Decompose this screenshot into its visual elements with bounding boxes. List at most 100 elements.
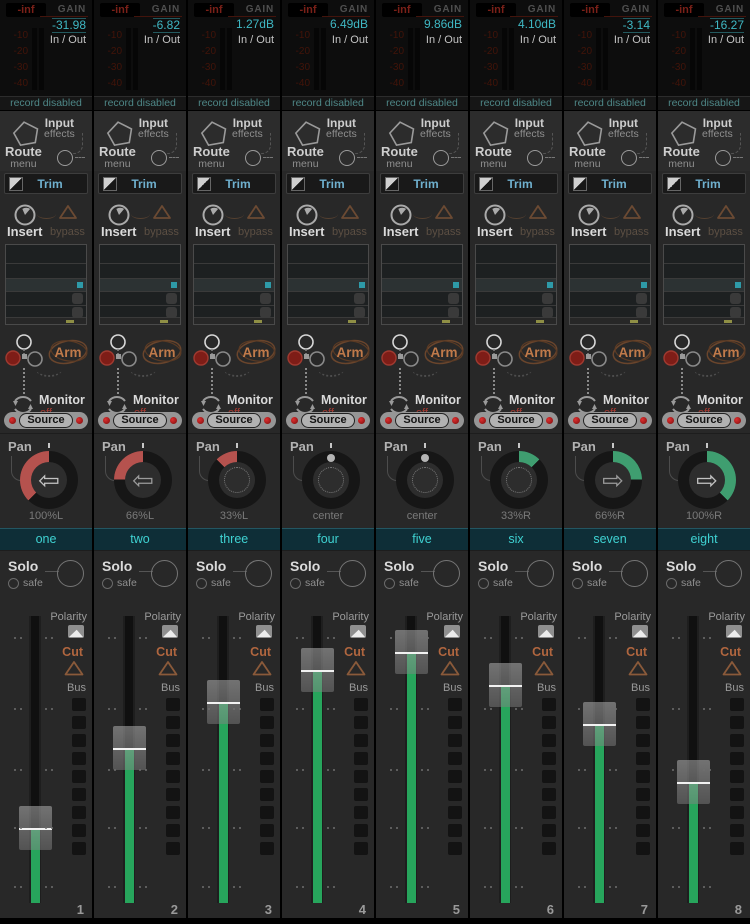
channel-name-button[interactable]: seven bbox=[564, 528, 656, 550]
meter-in-out-toggle[interactable]: In / Out bbox=[144, 34, 180, 46]
insert-bypass-triangle-icon[interactable] bbox=[57, 203, 79, 221]
trim-button[interactable]: Trim bbox=[192, 173, 276, 194]
solo-safe-toggle[interactable]: safe bbox=[290, 577, 325, 589]
bus-send-square[interactable] bbox=[354, 824, 368, 837]
processor-slot-active[interactable] bbox=[288, 279, 368, 292]
processor-control-knob[interactable] bbox=[542, 307, 553, 318]
source-button[interactable]: Source bbox=[474, 412, 558, 429]
route-menu-button[interactable]: Route menu bbox=[5, 145, 42, 170]
input-effects-circle-icon[interactable] bbox=[245, 150, 261, 166]
processor-slot[interactable] bbox=[288, 264, 368, 279]
insert-bypass-triangle-icon[interactable] bbox=[715, 203, 737, 221]
insert-bypass-triangle-icon[interactable] bbox=[245, 203, 267, 221]
bus-send-square[interactable] bbox=[166, 806, 180, 819]
processor-slot[interactable] bbox=[664, 306, 744, 318]
pan-knob[interactable] bbox=[208, 451, 266, 509]
solo-button[interactable] bbox=[57, 560, 84, 587]
bus-send-square[interactable] bbox=[72, 788, 86, 801]
bus-send-square[interactable] bbox=[448, 734, 462, 747]
cut-triangle-button[interactable] bbox=[63, 660, 85, 677]
processor-control-knob[interactable] bbox=[166, 293, 177, 304]
monitor-label[interactable]: Monitor bbox=[227, 393, 273, 407]
bus-send-square[interactable] bbox=[72, 716, 86, 729]
processor-control-knob[interactable] bbox=[260, 293, 271, 304]
channel-name-button[interactable]: two bbox=[94, 528, 186, 550]
bus-send-square[interactable] bbox=[166, 824, 180, 837]
pan-knob[interactable]: ⇦ bbox=[114, 451, 172, 509]
bus-send-square[interactable] bbox=[636, 806, 650, 819]
cut-triangle-button[interactable] bbox=[439, 660, 461, 677]
bus-send-square[interactable] bbox=[260, 806, 274, 819]
monitor-label[interactable]: Monitor bbox=[603, 393, 649, 407]
bus-send-square[interactable] bbox=[166, 770, 180, 783]
bus-send-square[interactable] bbox=[448, 788, 462, 801]
bus-send-square[interactable] bbox=[542, 716, 556, 729]
cut-triangle-button[interactable] bbox=[345, 660, 367, 677]
processor-control-knob[interactable] bbox=[260, 307, 271, 318]
pentagon-route-icon[interactable] bbox=[576, 120, 604, 146]
processor-slot[interactable] bbox=[100, 264, 180, 279]
route-menu-button[interactable]: Route menu bbox=[475, 145, 512, 170]
bus-send-square[interactable] bbox=[636, 734, 650, 747]
processor-slot[interactable] bbox=[100, 306, 180, 318]
pan-knob[interactable] bbox=[302, 451, 360, 509]
processor-slot[interactable] bbox=[476, 245, 556, 264]
fader-handle[interactable] bbox=[301, 648, 334, 692]
processor-slot[interactable] bbox=[100, 292, 180, 306]
processor-control-knob[interactable] bbox=[636, 307, 647, 318]
channel-name-button[interactable]: five bbox=[376, 528, 468, 550]
processor-slot-active[interactable] bbox=[664, 279, 744, 292]
peak-display-button[interactable]: -inf bbox=[476, 3, 516, 17]
gain-value-entry[interactable]: 9.86dB bbox=[424, 18, 462, 31]
trim-button[interactable]: Trim bbox=[568, 173, 652, 194]
bus-send-square[interactable] bbox=[72, 770, 86, 783]
bus-send-square[interactable] bbox=[354, 734, 368, 747]
bypass-label[interactable]: bypass bbox=[520, 226, 555, 238]
input-effects-button[interactable]: Input effects bbox=[608, 117, 639, 140]
monitor-label[interactable]: Monitor bbox=[415, 393, 461, 407]
pan-knob[interactable] bbox=[396, 451, 454, 509]
processor-control-knob[interactable] bbox=[448, 293, 459, 304]
input-effects-button[interactable]: Input effects bbox=[232, 117, 263, 140]
bus-send-square[interactable] bbox=[166, 788, 180, 801]
bus-send-square[interactable] bbox=[354, 770, 368, 783]
solo-button[interactable] bbox=[151, 560, 178, 587]
meter-in-out-toggle[interactable]: In / Out bbox=[238, 34, 274, 46]
processor-slot[interactable] bbox=[382, 245, 462, 264]
bus-send-square[interactable] bbox=[72, 842, 86, 855]
channel-name-button[interactable]: six bbox=[470, 528, 562, 550]
monitor-label[interactable]: Monitor bbox=[39, 393, 85, 407]
bus-send-square[interactable] bbox=[636, 788, 650, 801]
bus-send-square[interactable] bbox=[354, 788, 368, 801]
bus-send-square[interactable] bbox=[730, 716, 744, 729]
solo-safe-toggle[interactable]: safe bbox=[478, 577, 513, 589]
meter-in-out-toggle[interactable]: In / Out bbox=[520, 34, 556, 46]
cut-triangle-button[interactable] bbox=[533, 660, 555, 677]
source-button[interactable]: Source bbox=[662, 412, 746, 429]
bus-send-square[interactable] bbox=[72, 824, 86, 837]
bus-send-square[interactable] bbox=[448, 842, 462, 855]
peak-display-button[interactable]: -inf bbox=[382, 3, 422, 17]
monitor-label[interactable]: Monitor bbox=[133, 393, 179, 407]
bus-send-square[interactable] bbox=[730, 752, 744, 765]
route-menu-button[interactable]: Route menu bbox=[287, 145, 324, 170]
bus-send-square[interactable] bbox=[448, 770, 462, 783]
trim-button[interactable]: Trim bbox=[474, 173, 558, 194]
trim-button[interactable]: Trim bbox=[286, 173, 370, 194]
trim-button[interactable]: Trim bbox=[380, 173, 464, 194]
solo-button[interactable] bbox=[339, 560, 366, 587]
processor-slot[interactable] bbox=[100, 245, 180, 264]
route-menu-button[interactable]: Route menu bbox=[569, 145, 606, 170]
bus-send-square[interactable] bbox=[730, 788, 744, 801]
pan-knob[interactable]: ⇨ bbox=[678, 451, 736, 509]
processor-box[interactable] bbox=[663, 244, 745, 325]
bus-send-square[interactable] bbox=[260, 788, 274, 801]
gain-value-entry[interactable]: -31.98 bbox=[51, 18, 86, 33]
processor-slot[interactable] bbox=[288, 306, 368, 318]
pan-knob[interactable] bbox=[490, 451, 548, 509]
processor-slot[interactable] bbox=[288, 245, 368, 264]
processor-slot[interactable] bbox=[194, 245, 274, 264]
bus-send-square[interactable] bbox=[636, 842, 650, 855]
route-menu-button[interactable]: Route menu bbox=[193, 145, 230, 170]
bus-sends-column[interactable] bbox=[260, 698, 274, 855]
